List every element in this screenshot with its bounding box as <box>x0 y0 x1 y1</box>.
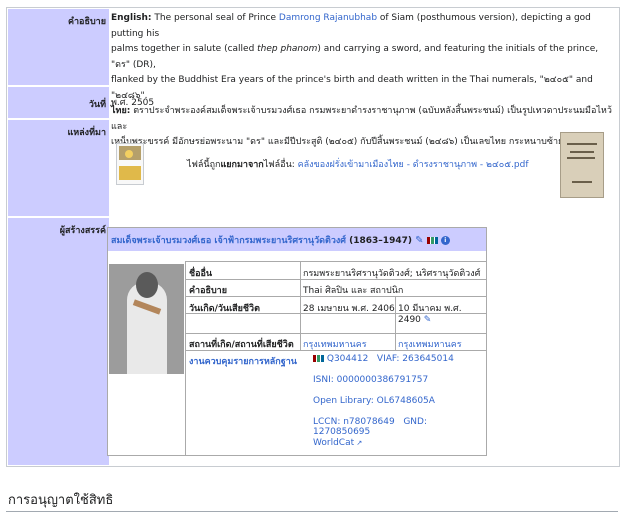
description-value: English: The personal seal of Prince Dam… <box>111 11 617 151</box>
source-value: ไฟล์นี้ถูกแยกมาจากไฟล์อื่น: คลังของฝรั่ง… <box>187 158 529 174</box>
description-en-text-3: palms together in salute (called <box>111 44 258 54</box>
authority-control-link[interactable]: งานควบคุมรายการหลักฐาน <box>189 354 297 368</box>
source-book-thumbnail[interactable] <box>560 132 604 198</box>
date-label: วันที่ <box>8 87 109 118</box>
author-label: ผู้สร้างสรรค์ <box>8 218 109 465</box>
creator-years: (1863–1947) <box>349 236 412 246</box>
description-th-text-2: เหน็บพระขรรค์ มีอักษรย่อพระนาม "ดร" และม… <box>111 137 580 147</box>
creator-description-value: Thai ศิลปิน และ สถาปนิก <box>303 286 404 296</box>
birth-death-place-label: สถานที่เกิด/สถานที่เสียชีวิต <box>189 340 294 350</box>
damrong-link[interactable]: Damrong Rajanubhab <box>279 13 377 23</box>
creator-name[interactable]: สมเด็จพระเจ้าบรมวงศ์เธอ เจ้าฟ้ากรมพระยาน… <box>111 233 450 247</box>
lccn-gnd-row: LCCN: n78078649 GND: 1270850695 <box>313 417 486 437</box>
wikidata-icon[interactable] <box>426 237 438 244</box>
wikidata-icon <box>313 355 324 362</box>
english-label: English: <box>111 13 152 23</box>
creator-description-label: คำอธิบาย <box>189 286 228 296</box>
openlibrary-link[interactable]: Open Library: OL6748605A <box>313 396 435 406</box>
globe-info-icon[interactable]: i <box>440 236 450 245</box>
viaf-link[interactable]: VIAF: 263645014 <box>377 354 454 364</box>
thep-phanom-italic: thep phanom <box>257 44 318 54</box>
death-date-wrap: 10 มีนาคม พ.ศ. 2490 ✎ <box>398 301 486 325</box>
section-divider <box>6 511 618 512</box>
description-label: คำอธิบาย <box>8 9 109 85</box>
lccn-link[interactable]: LCCN: n78078649 <box>313 417 395 427</box>
birth-death-label: วันเกิด/วันเสียชีวิต <box>189 304 260 314</box>
license-section-heading: การอนุญาตใช้สิทธิ <box>8 493 114 508</box>
other-names-value: กรมพระยานริศรานุวัดติวงศ์; นริศรานุวัดติ… <box>303 269 481 279</box>
source-prefix: ไฟล์นี้ถูก <box>187 160 221 170</box>
other-names-label: ชื่ออื่น <box>189 269 213 279</box>
external-link-icon: ↗ <box>354 439 363 447</box>
description-en-text: The personal seal of Prince <box>151 13 279 23</box>
creator-portrait[interactable] <box>109 264 184 374</box>
source-pdf-link[interactable]: คลังของฝรั่งเข้ามาเมืองไทย - ดำรงราชานุภ… <box>298 160 529 170</box>
date-value: พ.ศ. 2505 <box>111 98 155 108</box>
source-mid: ไฟล์อื่น: <box>263 160 298 170</box>
wikidata-qid-link[interactable]: Q304412 <box>327 354 368 364</box>
edit-pencil-icon[interactable]: ✎ <box>415 235 423 246</box>
birth-place-link[interactable]: กรุงเทพมหานคร <box>303 337 367 351</box>
authority-ids: Q304412 VIAF: 263645014 <box>313 354 454 364</box>
extracted-file-icon[interactable] <box>116 143 144 185</box>
description-en-text-5: flanked by the Buddhist Era years of the… <box>111 75 593 101</box>
creator-box: สมเด็จพระเจ้าบรมวงศ์เธอ เจ้าฟ้ากรมพระยาน… <box>107 227 487 456</box>
birth-date: 28 เมษายน พ.ศ. 2406 <box>303 304 395 314</box>
edit-pencil-icon[interactable]: ✎ <box>424 315 432 325</box>
isni-link[interactable]: ISNI: 0000000386791757 <box>313 375 428 385</box>
description-th-text: ตราประจำพระองค์สมเด็จพระเจ้าบรมวงศ์เธอ ก… <box>111 106 612 132</box>
death-place-link[interactable]: กรุงเทพมหานคร <box>398 337 462 351</box>
source-bold: แยกมาจาก <box>220 160 264 170</box>
source-label: แหล่งที่มา <box>8 120 109 216</box>
worldcat-link[interactable]: WorldCat ↗ <box>313 438 362 448</box>
